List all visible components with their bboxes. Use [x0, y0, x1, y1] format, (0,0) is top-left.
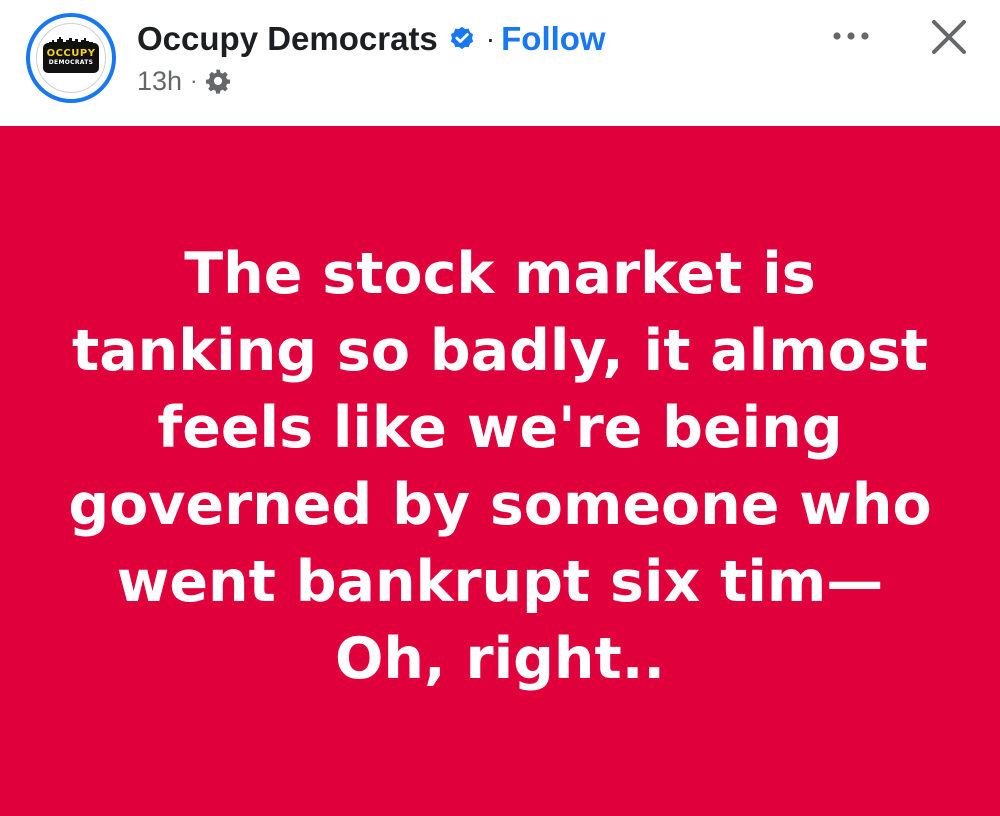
logo-text-occupy: OCCUPY — [46, 48, 96, 59]
page-avatar[interactable]: OCCUPY DEMOCRATS — [26, 13, 116, 103]
close-icon[interactable] — [926, 14, 972, 60]
post-meta: 13h · — [137, 64, 231, 98]
post-timestamp[interactable]: 13h — [137, 66, 182, 97]
more-horizontal-icon[interactable] — [826, 18, 876, 54]
gear-icon[interactable] — [205, 68, 231, 94]
logo-text-democrats: DEMOCRATS — [48, 59, 94, 66]
post-text-line: The stock market is — [184, 241, 816, 307]
page-name-link[interactable]: Occupy Democrats — [137, 20, 438, 58]
author-row: Occupy Democrats · Follow — [137, 18, 606, 60]
occupy-democrats-logo: OCCUPY DEMOCRATS — [43, 37, 99, 73]
verified-badge-icon — [450, 26, 473, 50]
post-text-line: governed by someone who — [68, 472, 932, 538]
separator-dot: · — [485, 23, 496, 54]
post-text-background: The stock market is tanking so badly, it… — [0, 126, 1000, 816]
post-text: The stock market is tanking so badly, it… — [60, 236, 940, 698]
post-text-line: tanking so badly, it almost — [71, 318, 929, 384]
post-header: OCCUPY DEMOCRATS Occupy Democrats · Foll… — [0, 0, 1000, 126]
follow-button[interactable]: Follow — [501, 20, 605, 58]
facebook-post: OCCUPY DEMOCRATS Occupy Democrats · Foll… — [0, 0, 1000, 816]
avatar-image: OCCUPY DEMOCRATS — [36, 23, 106, 93]
post-text-line: went bankrupt six tim— — [116, 549, 884, 615]
post-text-line: Oh, right.. — [334, 626, 666, 692]
meta-separator-dot: · — [190, 68, 198, 93]
post-text-line: feels like we're being — [157, 395, 843, 461]
skyline-icon — [49, 37, 93, 45]
